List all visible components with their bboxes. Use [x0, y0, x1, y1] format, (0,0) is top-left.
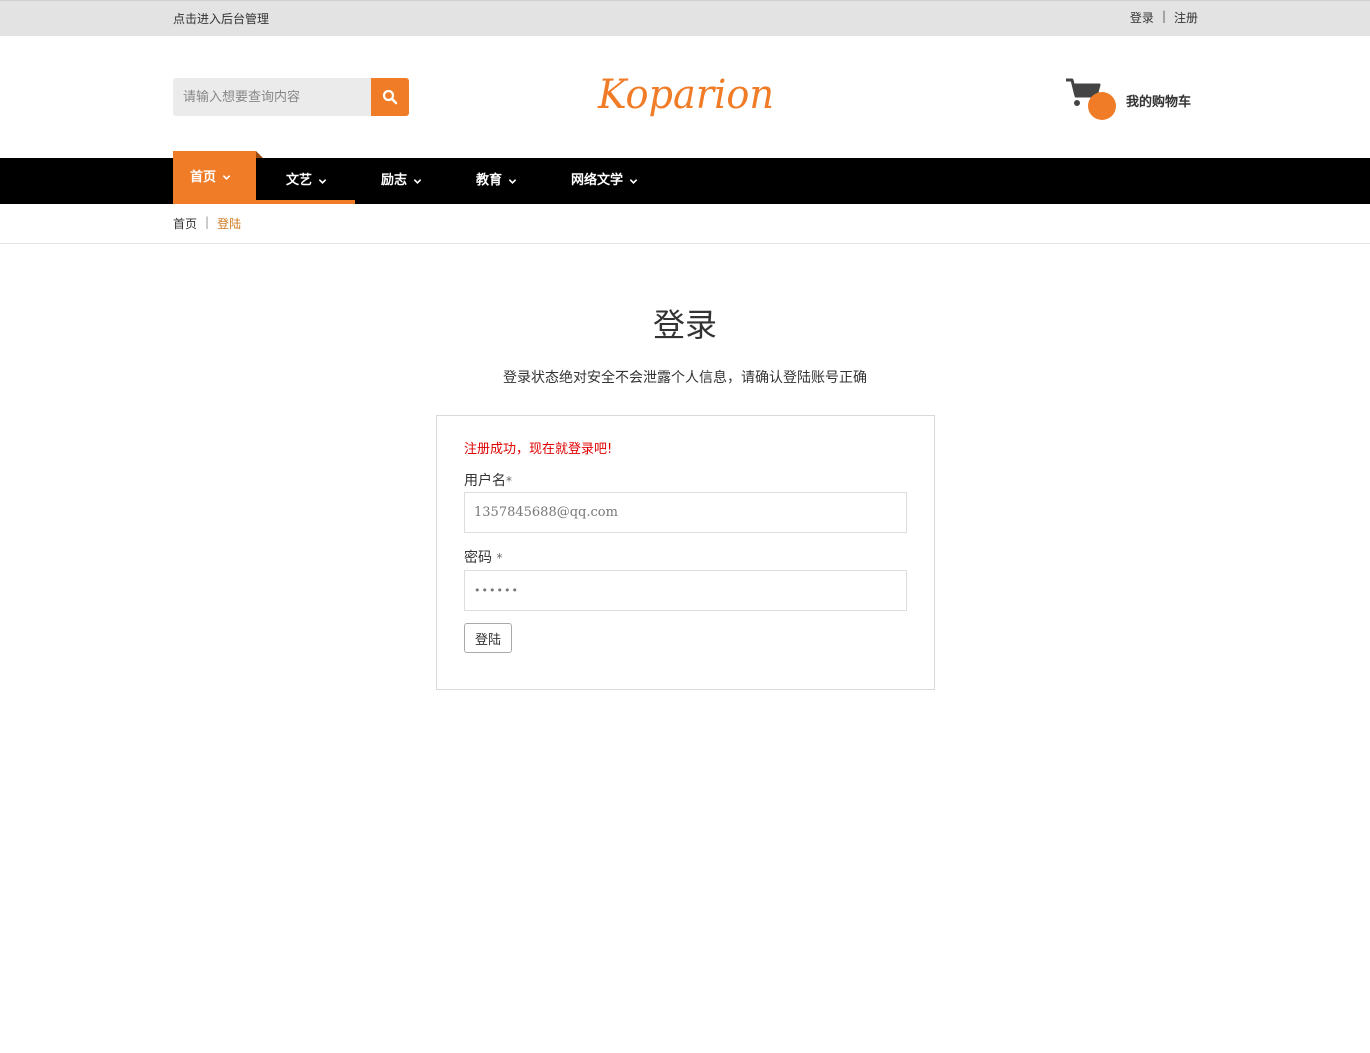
chevron-down-icon	[222, 175, 231, 180]
account-links-separator: |	[1161, 9, 1166, 23]
chevron-down-icon	[413, 178, 422, 184]
top-bar: 点击进入后台管理 登录 | 注册	[0, 0, 1370, 36]
username-label: 用户名*	[464, 470, 512, 490]
login-button[interactable]: 登陆	[464, 623, 512, 653]
nav-hover-underline	[256, 200, 355, 204]
admin-link[interactable]: 点击进入后台管理	[173, 10, 269, 27]
cart-count-badge	[1088, 92, 1116, 120]
chevron-down-icon	[629, 178, 638, 184]
nav-item-label: 励志	[381, 173, 408, 188]
page-title: 登录	[652, 306, 717, 344]
nav-item-label: 首页	[190, 169, 217, 185]
search-input[interactable]	[173, 78, 371, 116]
username-field[interactable]	[464, 492, 907, 533]
search-icon	[382, 89, 398, 105]
breadcrumb-divider	[0, 243, 1370, 244]
login-form: 注册成功，现在就登录吧! 用户名* 密码 * 登陆	[436, 415, 935, 690]
chevron-down-icon	[318, 178, 327, 184]
required-marker: *	[506, 474, 512, 488]
breadcrumb-home[interactable]: 首页	[173, 215, 197, 232]
nav-item-label: 教育	[476, 173, 503, 188]
success-message: 注册成功，现在就登录吧!	[464, 442, 613, 457]
breadcrumb-current: 登陆	[217, 217, 242, 231]
account-links: 登录 | 注册	[1130, 9, 1198, 26]
nav-item-label: 文艺	[286, 173, 313, 188]
nav-item-online-literature[interactable]: 网络文学	[571, 158, 638, 204]
nav-item-jiaoyu[interactable]: 教育	[476, 158, 517, 204]
username-label-text: 用户名	[464, 473, 506, 489]
nav-active-fold	[256, 151, 263, 158]
breadcrumb-separator: |	[205, 215, 210, 229]
password-label: 密码 *	[464, 547, 502, 567]
password-label-text: 密码	[464, 550, 492, 566]
breadcrumb: 首页 | 登陆	[173, 215, 241, 232]
login-link[interactable]: 登录	[1130, 9, 1154, 26]
required-marker: *	[496, 551, 503, 565]
header: Koparion 我的购物车	[0, 36, 1370, 158]
page-subtitle: 登录状态绝对安全不会泄露个人信息，请确认登陆账号正确	[503, 370, 867, 386]
nav-item-lizhi[interactable]: 励志	[381, 158, 422, 204]
search-bar	[173, 78, 409, 116]
nav-item-label: 网络文学	[571, 173, 624, 188]
cart[interactable]: 我的购物车	[1064, 76, 1204, 122]
site-logo[interactable]: Koparion	[596, 66, 776, 126]
register-link[interactable]: 注册	[1174, 9, 1198, 26]
password-field[interactable]	[464, 570, 907, 611]
search-button[interactable]	[371, 78, 409, 116]
chevron-down-icon	[508, 178, 517, 184]
main-nav: 首页 文艺 励志 教育 网络文学	[0, 151, 1370, 204]
cart-label: 我的购物车	[1126, 95, 1192, 110]
nav-item-wenyi[interactable]: 文艺	[286, 158, 327, 204]
nav-item-home[interactable]: 首页	[173, 151, 256, 204]
svg-text:Koparion: Koparion	[597, 72, 774, 118]
